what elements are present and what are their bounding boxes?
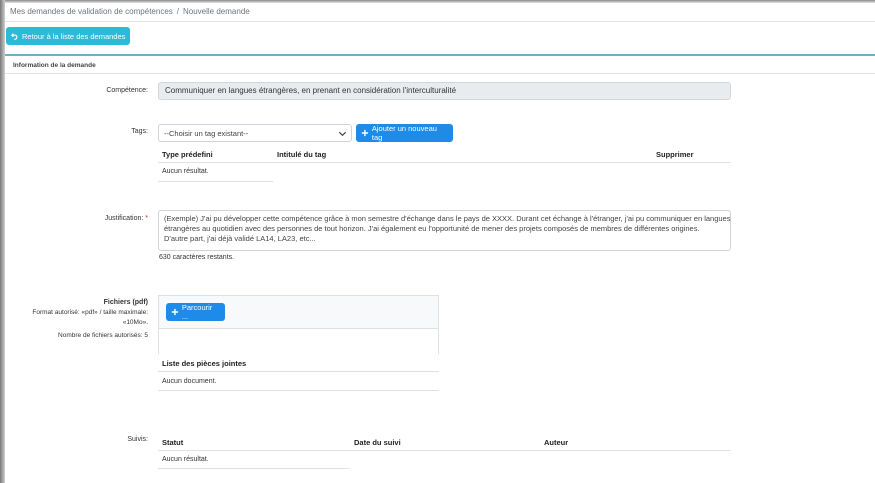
tags-empty-message: Aucun résultat. (162, 168, 209, 175)
tags-col-delete: Supprimer (656, 150, 694, 159)
add-tag-button[interactable]: Ajouter un nouveau tag (356, 124, 453, 142)
suivis-row-divider (158, 468, 349, 469)
suivis-empty-message: Aucun résultat. (162, 456, 209, 463)
competence-field: Communiquer en langues étrangères, en pr… (158, 82, 731, 100)
justification-line: étrangères au quotidien avec des personn… (164, 224, 700, 233)
tags-col-type: Type prédefini (162, 150, 213, 159)
breadcrumb-item-new-request: Nouvelle demande (183, 7, 250, 16)
breadcrumb-divider (5, 21, 875, 22)
top-shadow (0, 0, 875, 3)
suivis-col-date: Date du suivi (354, 438, 401, 447)
breadcrumb: Mes demandes de validation de compétence… (10, 7, 250, 16)
files-label: Fichiers (pdf) (103, 299, 148, 306)
required-mark: * (145, 215, 148, 222)
attachments-row-divider (158, 390, 439, 391)
suivis-col-status: Statut (162, 438, 184, 447)
files-format-line2: «10Mo». (122, 319, 148, 326)
attachments-header-divider (158, 371, 439, 372)
chevron-down-icon (338, 131, 347, 137)
tags-col-title: Intitulé du tag (277, 150, 327, 159)
suivis-col-author: Auteur (544, 438, 569, 447)
tag-select-value: --Choisir un tag existant-- (164, 129, 249, 138)
back-to-list-button[interactable]: Retour à la liste des demandes (6, 27, 131, 45)
tags-header-divider (158, 162, 731, 163)
add-tag-label: Ajouter un nouveau tag (371, 124, 437, 142)
justification-label-text: Justification: (104, 215, 144, 222)
undo-icon (11, 33, 18, 40)
attachments-header: Liste des pièces jointes (162, 359, 247, 368)
back-button-label: Retour à la liste des demandes (22, 31, 126, 41)
files-format-line1: Format autorisé: «pdf» / taille maximale… (32, 309, 148, 316)
justification-line: D'autre part, j'ai déjà validé LA14, LA2… (164, 234, 316, 243)
suivis-label: Suivis: (127, 436, 148, 443)
request-info-card: Information de la demande (5, 54, 875, 483)
suivis-header-divider (158, 450, 731, 451)
attachments-empty-message: Aucun document. (162, 378, 217, 385)
competence-label: Compétence: (106, 87, 148, 94)
card-title: Information de la demande (5, 56, 875, 74)
breadcrumb-separator: / (176, 7, 179, 16)
tags-label: Tags: (131, 128, 148, 135)
browse-files-label: Parcourir ... (181, 303, 213, 321)
justification-textarea[interactable]: (Exemple) J'ai pu développer cette compé… (158, 210, 731, 251)
file-upload-preview-area (159, 328, 438, 354)
files-count-note: Nombre de fichiers autorisés: 5 (58, 332, 148, 339)
justification-line: (Exemple) J'ai pu développer cette compé… (164, 214, 731, 223)
browse-files-button[interactable]: Parcourir ... (166, 303, 225, 321)
breadcrumb-item-requests[interactable]: Mes demandes de validation de compétence… (10, 7, 173, 16)
tags-row-divider (158, 181, 273, 182)
char-counter: 630 caractères restants. (159, 254, 235, 261)
plus-icon (361, 129, 369, 137)
plus-icon (171, 308, 179, 316)
tag-select[interactable]: --Choisir un tag existant-- (158, 124, 352, 142)
justification-label: Justification: * (60, 215, 148, 222)
